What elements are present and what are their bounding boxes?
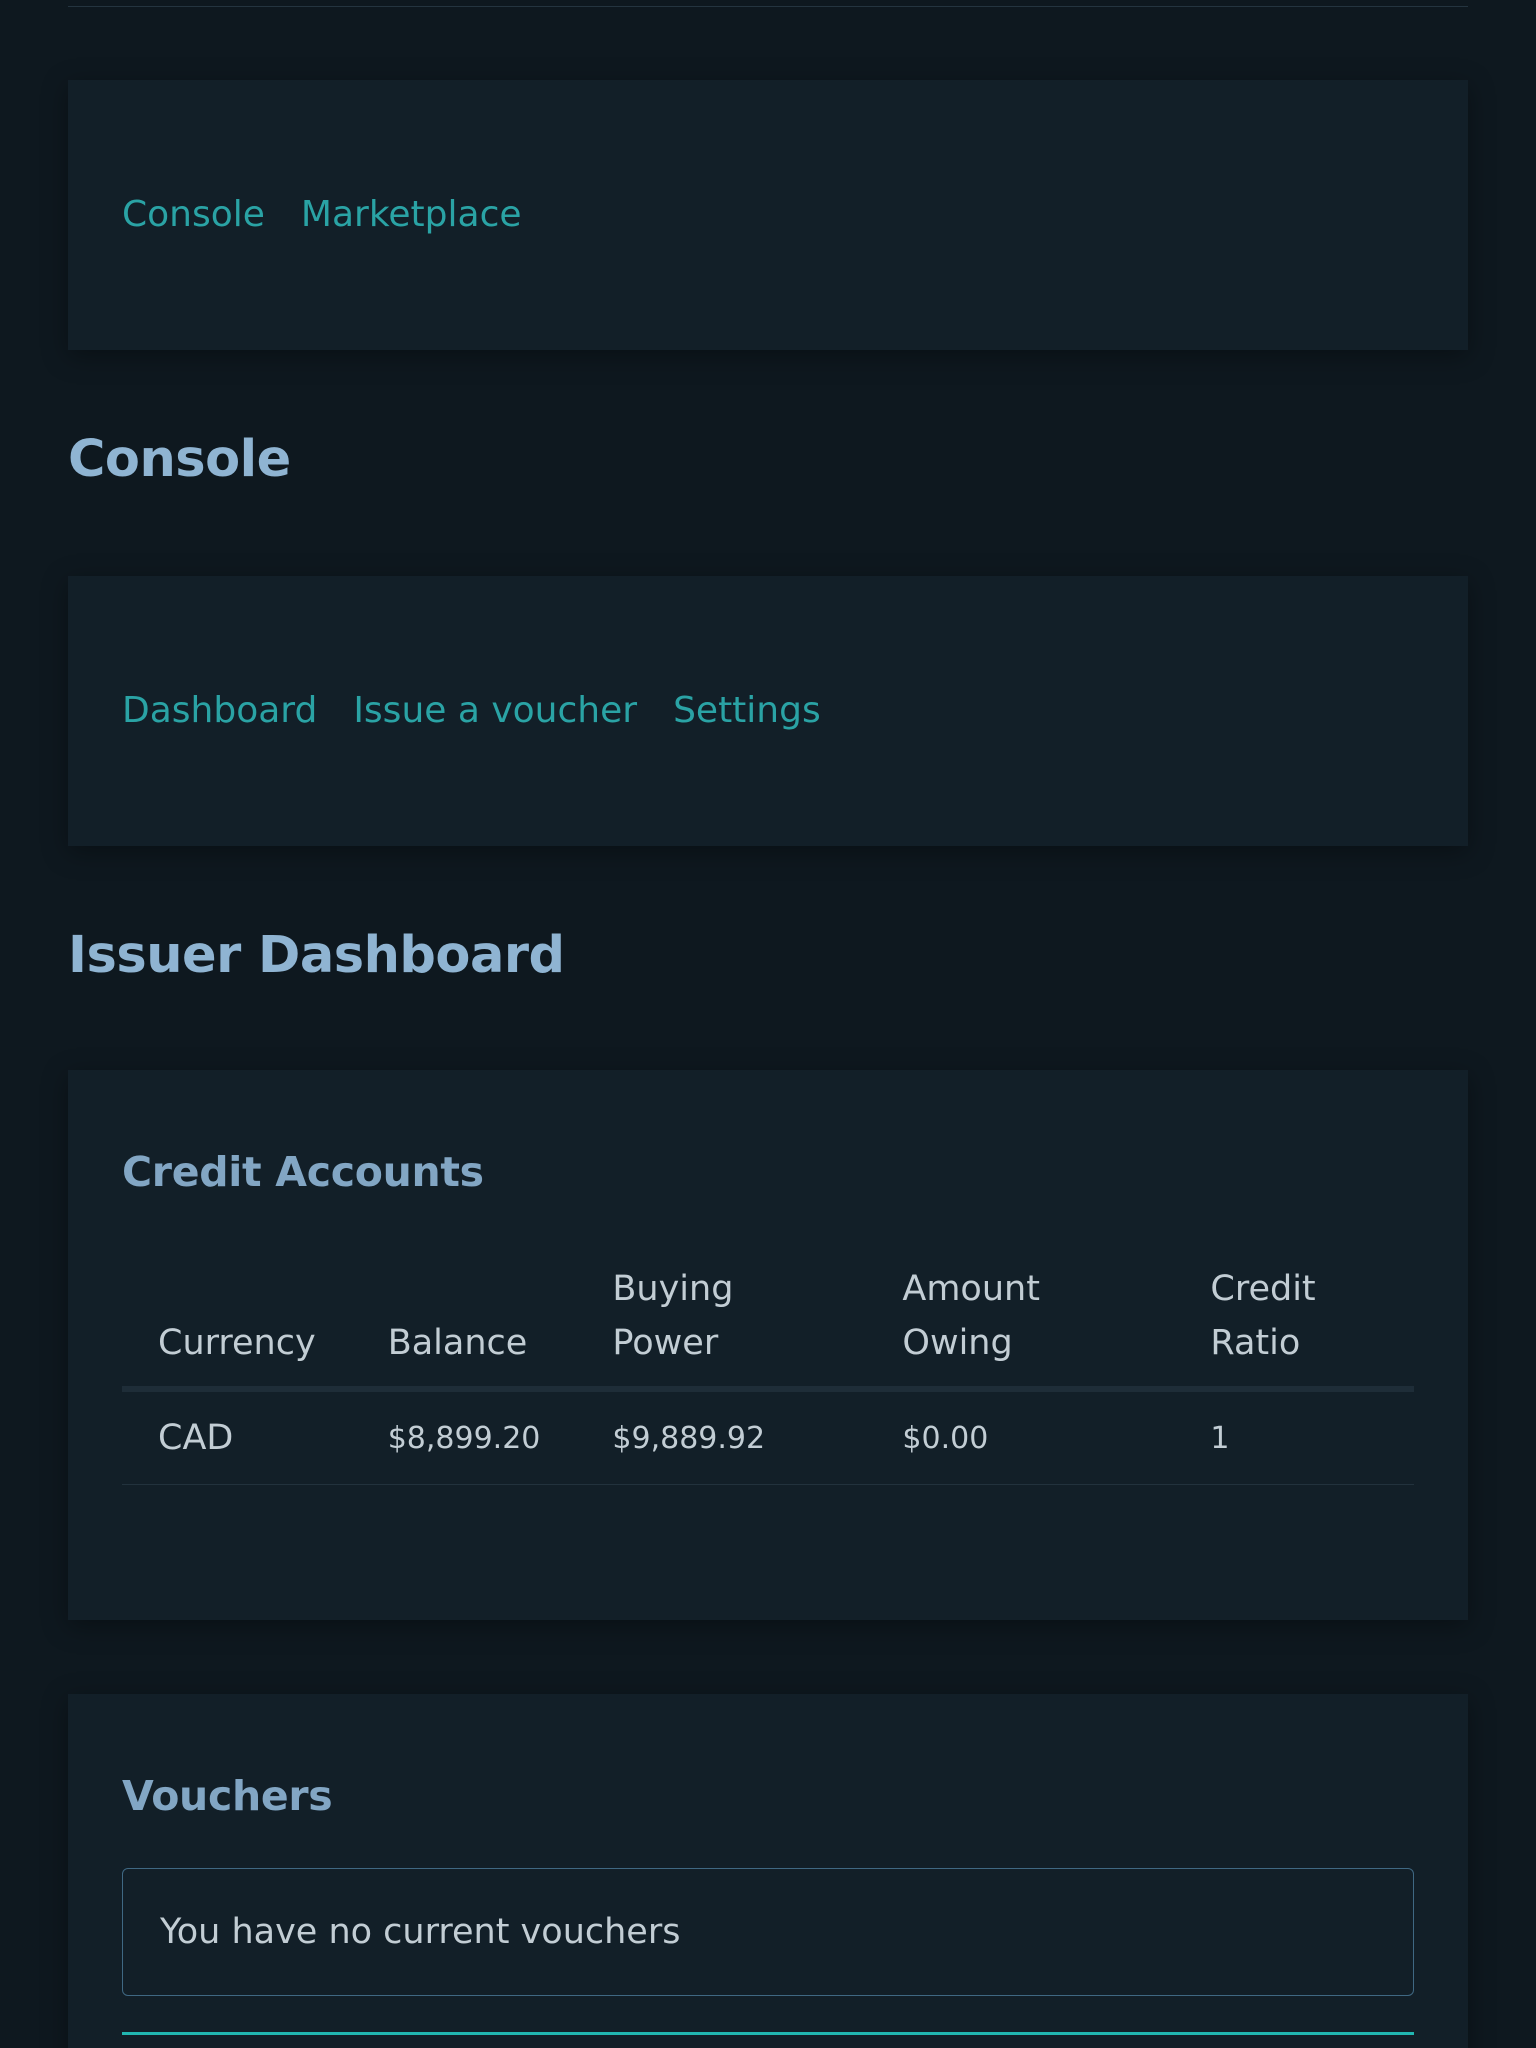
- credit-accounts-title: Credit Accounts: [122, 1148, 484, 1196]
- main-nav: Console Marketplace: [68, 80, 1468, 350]
- page: Console Marketplace Console Dashboard Is…: [0, 0, 1536, 2048]
- column-header-amount-owing: Amount Owing: [866, 1258, 1175, 1392]
- nav-link-settings[interactable]: Settings: [673, 693, 821, 729]
- cell-buying-power: $9,889.92: [576, 1389, 867, 1485]
- column-header-credit-ratio: Credit Ratio: [1174, 1258, 1414, 1392]
- cell-currency: CAD: [122, 1389, 352, 1485]
- cell-balance: $8,899.20: [351, 1389, 577, 1485]
- nav-link-dashboard[interactable]: Dashboard: [122, 693, 317, 729]
- credit-accounts-table: Currency Balance Buying Power Amount Owi…: [122, 1258, 1414, 1485]
- dashboard-title: Issuer Dashboard: [68, 926, 565, 985]
- table-header-row: Currency Balance Buying Power Amount Owi…: [122, 1258, 1414, 1392]
- column-header-balance: Balance: [351, 1258, 577, 1392]
- nav-link-issue-voucher[interactable]: Issue a voucher: [353, 693, 637, 729]
- credit-accounts-card: Credit Accounts Currency Balance Buying …: [68, 1070, 1468, 1620]
- nav-link-marketplace[interactable]: Marketplace: [301, 197, 522, 233]
- cell-amount-owing: $0.00: [866, 1389, 1175, 1485]
- empty-vouchers-notice: You have no current vouchers: [122, 1868, 1414, 1996]
- cell-credit-ratio: 1: [1174, 1389, 1414, 1485]
- accent-bar: [122, 2032, 1414, 2035]
- column-header-buying-power: Buying Power: [576, 1258, 867, 1392]
- top-divider: [68, 6, 1468, 7]
- vouchers-card: Vouchers You have no current vouchers: [68, 1694, 1468, 2048]
- table-row: CAD $8,899.20 $9,889.92 $0.00 1: [122, 1389, 1414, 1485]
- nav-link-console[interactable]: Console: [122, 197, 265, 233]
- column-header-currency: Currency: [122, 1258, 352, 1392]
- console-nav: Dashboard Issue a voucher Settings: [68, 576, 1468, 846]
- vouchers-title: Vouchers: [122, 1772, 333, 1820]
- console-title: Console: [68, 430, 291, 489]
